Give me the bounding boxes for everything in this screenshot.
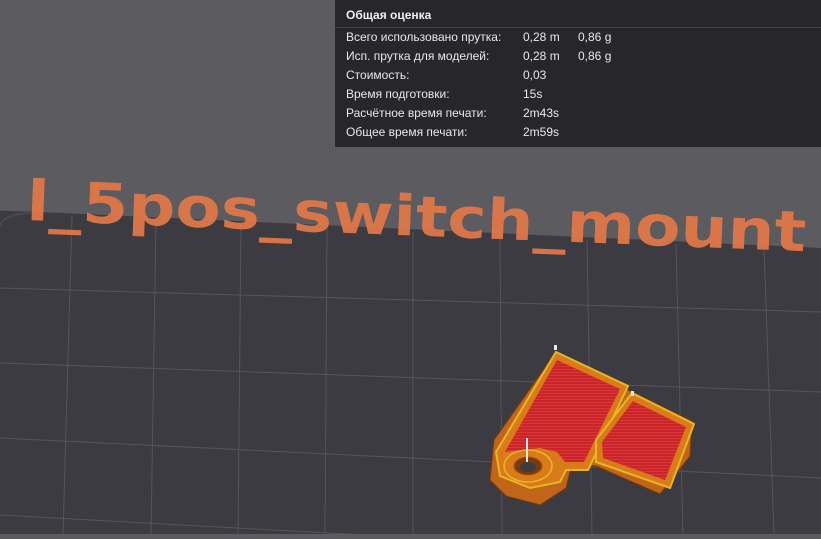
stat-value-length: 0,28 m bbox=[523, 49, 560, 63]
stat-label: Стоимость: bbox=[346, 68, 410, 82]
stat-value: 2m59s bbox=[523, 125, 560, 139]
stat-label: Общее время печати: bbox=[346, 125, 468, 139]
stat-label: Исп. прутка для моделей: bbox=[346, 49, 490, 63]
seam-marker-1 bbox=[554, 345, 557, 350]
stat-row-total-filament: Всего использовано прутка: 0,28 m 0,86 g bbox=[335, 28, 821, 47]
estimate-panel-title: Общая оценка bbox=[335, 5, 821, 28]
seam-marker-2 bbox=[631, 391, 634, 396]
seam-marker-3 bbox=[526, 438, 528, 462]
model-ring-hole bbox=[520, 462, 536, 472]
stat-label: Расчётное время печати: bbox=[346, 106, 487, 120]
stat-row-model-print-time: Расчётное время печати: 2m43s bbox=[335, 104, 821, 123]
stat-row-cost: Стоимость: 0,03 bbox=[335, 66, 821, 85]
stat-value-length: 0,28 m bbox=[523, 30, 560, 44]
stat-row-prepare-time: Время подготовки: 15s bbox=[335, 85, 821, 104]
stat-value-weight: 0,86 g bbox=[578, 49, 612, 63]
stat-value: 15s bbox=[523, 87, 543, 101]
estimate-panel: Общая оценка Всего использовано прутка: … bbox=[335, 0, 821, 147]
stat-label: Время подготовки: bbox=[346, 87, 450, 101]
stat-value: 0,03 bbox=[523, 68, 547, 82]
stat-value: 2m43s bbox=[523, 106, 560, 120]
stat-row-model-filament: Исп. прутка для моделей: 0,28 m 0,86 g bbox=[335, 47, 821, 66]
stat-row-total-print-time: Общее время печати: 2m59s bbox=[335, 123, 821, 142]
stat-label: Всего использовано прутка: bbox=[346, 30, 502, 44]
stat-value-weight: 0,86 g bbox=[578, 30, 612, 44]
